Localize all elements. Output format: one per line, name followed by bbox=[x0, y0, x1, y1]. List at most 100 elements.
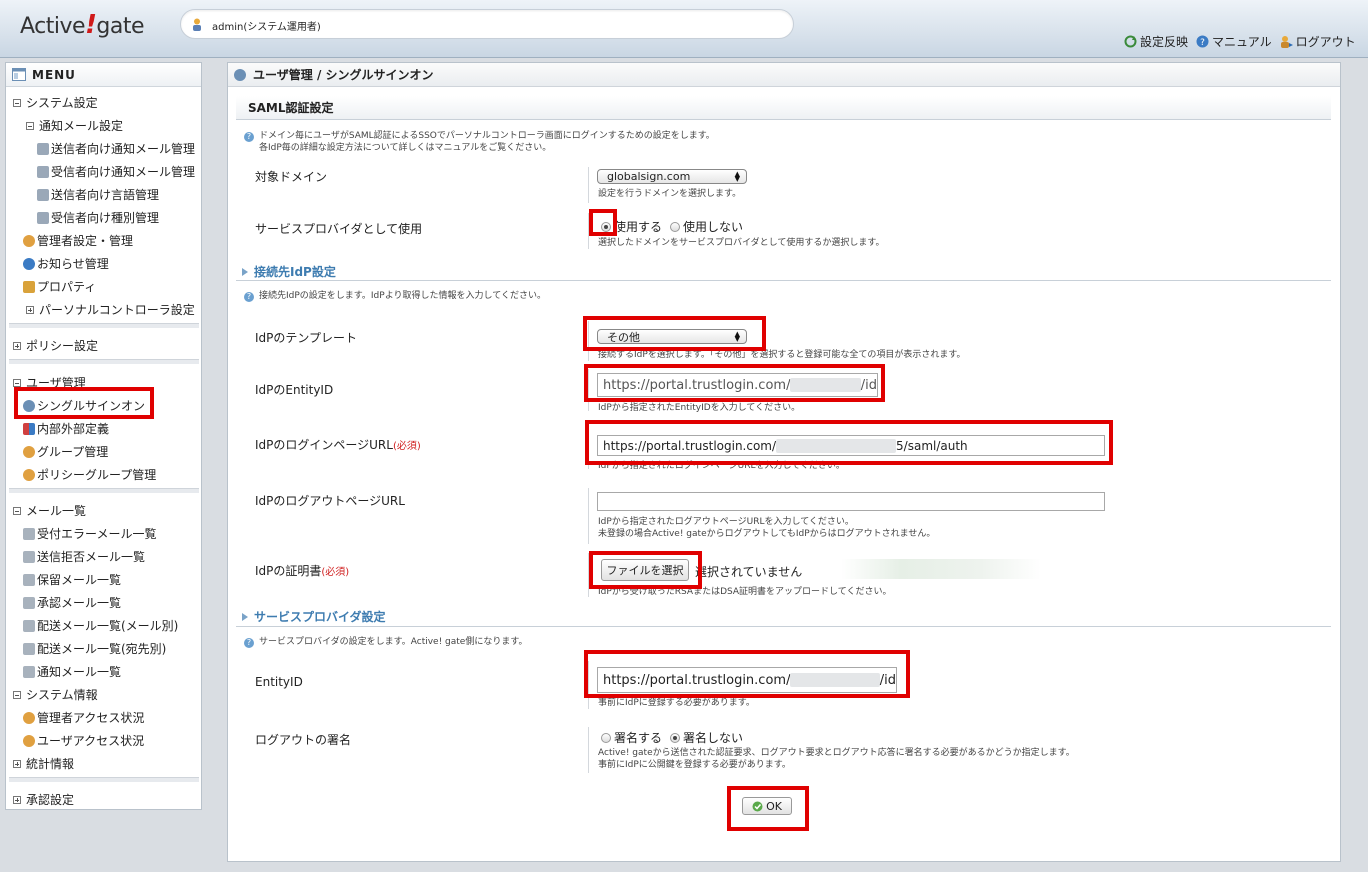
sidebar-item-stats[interactable]: 統計情報 bbox=[13, 755, 74, 772]
sidebar-item-policy-settings[interactable]: ポリシー設定 bbox=[13, 337, 98, 354]
collapse-icon[interactable] bbox=[13, 98, 21, 107]
field-divider bbox=[588, 661, 589, 709]
sidebar: MENU システム設定 通知メール設定 送信者向け通知メール管理 受信者向け通知… bbox=[5, 62, 202, 810]
sp-entityid-value: https://portal.trustlogin.com/ bbox=[603, 672, 791, 688]
sidebar-item-admin-access[interactable]: 管理者アクセス状況 bbox=[23, 709, 144, 726]
idp-logout-label: IdPのログアウトページURL bbox=[255, 494, 405, 508]
sidebar-item-mail-list[interactable]: メール一覧 bbox=[13, 502, 86, 519]
idp-template-selected-value: その他 bbox=[607, 330, 640, 344]
nav-label: 統計情報 bbox=[26, 757, 75, 771]
radio-selected-icon[interactable] bbox=[601, 221, 611, 232]
domain-label: 対象ドメイン bbox=[255, 170, 328, 184]
mail-template-icon bbox=[37, 142, 49, 155]
expand-icon[interactable] bbox=[13, 341, 21, 350]
sidebar-item-policy-group[interactable]: ポリシーグループ管理 bbox=[23, 466, 156, 483]
collapse-icon[interactable] bbox=[13, 506, 21, 515]
sign-no-radio[interactable]: 署名しない bbox=[670, 729, 743, 746]
policy-group-icon bbox=[23, 468, 35, 481]
saml-info-line2: 各IdP毎の詳細な設定方法について詳しくはマニュアルをご覧ください。 bbox=[259, 143, 552, 153]
expand-icon[interactable] bbox=[26, 305, 34, 314]
sidebar-item-property[interactable]: プロパティ bbox=[23, 278, 96, 295]
property-icon bbox=[23, 280, 35, 293]
sidebar-item-sender-lang[interactable]: 送信者向け言語管理 bbox=[37, 186, 159, 203]
mail-template-icon bbox=[37, 165, 49, 178]
idp-template-help: 接続するIdPを選択します。「その他」を選択すると登録可能な全ての項目が表示され… bbox=[598, 350, 966, 360]
idp-logout-help-line1: IdPから指定されたログアウトページURLを入力してください。 bbox=[598, 517, 854, 527]
sidebar-divider bbox=[9, 488, 199, 493]
nav-label: 承認メール一覧 bbox=[37, 596, 122, 610]
sidebar-item-delivery-mail[interactable]: 配送メール一覧(メール別) bbox=[23, 617, 178, 634]
nav-label: 内部外部定義 bbox=[37, 422, 110, 436]
sidebar-item-recipient-notify[interactable]: 受信者向け通知メール管理 bbox=[37, 163, 195, 180]
field-divider bbox=[588, 369, 589, 411]
idp-login-url-input[interactable]: https://portal.trustlogin.com/5/saml/aut… bbox=[597, 435, 1105, 456]
expand-icon[interactable] bbox=[13, 759, 21, 768]
nav-label: 通知メール設定 bbox=[39, 119, 124, 133]
sign-yes-radio[interactable]: 署名する bbox=[601, 729, 662, 746]
sidebar-item-inout-def[interactable]: 内部外部定義 bbox=[23, 420, 109, 437]
sidebar-item-send-reject[interactable]: 送信拒否メール一覧 bbox=[23, 548, 145, 565]
sign-yes-label: 署名する bbox=[614, 731, 663, 745]
help-icon: ? bbox=[1196, 35, 1209, 48]
sidebar-item-system-settings[interactable]: システム設定 bbox=[13, 94, 98, 111]
sidebar-item-user-access[interactable]: ユーザアクセス状況 bbox=[23, 732, 144, 749]
sidebar-item-notify-mail[interactable]: 通知メール一覧 bbox=[23, 663, 121, 680]
globe-icon bbox=[234, 68, 246, 81]
logo-text: Active bbox=[20, 14, 86, 39]
idp-entityid-input[interactable]: https://portal.trustlogin.com/ /id bbox=[597, 373, 878, 397]
sp-entityid-help: 事前にIdPに登録する必要があります。 bbox=[598, 698, 755, 708]
mail-reject-icon bbox=[23, 550, 35, 563]
header-toolbar: 設定反映 ? マニュアル ログアウト bbox=[1124, 30, 1356, 52]
sidebar-item-system-info[interactable]: システム情報 bbox=[13, 686, 98, 703]
required-mark: (必須) bbox=[321, 567, 350, 578]
sidebar-divider bbox=[9, 777, 199, 782]
sp-entityid-input[interactable]: https://portal.trustlogin.com/ /id bbox=[597, 667, 897, 693]
sidebar-item-admin-settings[interactable]: 管理者設定・管理 bbox=[23, 232, 133, 249]
domain-select[interactable]: globalsign.com ▲ ▼ bbox=[597, 169, 747, 184]
active-gate-logo[interactable]: Active!gate bbox=[20, 10, 145, 40]
sidebar-item-hold-mail[interactable]: 保留メール一覧 bbox=[23, 571, 121, 588]
sidebar-item-approval-settings[interactable]: 承認設定 bbox=[13, 791, 74, 808]
idp-logout-url-input[interactable] bbox=[597, 492, 1105, 511]
sidebar-item-recv-error[interactable]: 受付エラーメール一覧 bbox=[23, 525, 157, 542]
collapse-icon[interactable] bbox=[26, 121, 34, 130]
sidebar-item-personal-ctrl[interactable]: パーソナルコントローラ設定 bbox=[26, 301, 195, 318]
nav-label: ユーザアクセス状況 bbox=[37, 734, 145, 748]
ok-button[interactable]: OK bbox=[742, 797, 792, 815]
apply-settings-button[interactable]: 設定反映 bbox=[1124, 33, 1188, 50]
idp-info-text: 接続先IdPの設定をします。IdPより取得した情報を入力してください。 bbox=[259, 291, 546, 301]
help-icon: ? bbox=[244, 292, 254, 302]
nav-label: 受付エラーメール一覧 bbox=[37, 527, 157, 541]
section-divider bbox=[236, 280, 1331, 281]
domain-selected-value: globalsign.com bbox=[607, 170, 691, 183]
collapse-icon[interactable] bbox=[13, 378, 21, 387]
sidebar-item-notice[interactable]: お知らせ管理 bbox=[23, 255, 109, 272]
sidebar-item-notify-mail-settings[interactable]: 通知メール設定 bbox=[26, 117, 123, 134]
sidebar-item-sso[interactable]: シングルサインオン bbox=[23, 397, 145, 414]
sidebar-item-recipient-type[interactable]: 受信者向け種別管理 bbox=[37, 209, 159, 226]
sp-use-no-radio[interactable]: 使用しない bbox=[670, 218, 743, 235]
sidebar-item-sender-notify[interactable]: 送信者向け通知メール管理 bbox=[37, 140, 195, 157]
radio-selected-icon[interactable] bbox=[670, 732, 680, 743]
sidebar-item-group-mgmt[interactable]: グループ管理 bbox=[23, 443, 108, 460]
logout-button[interactable]: ログアウト bbox=[1280, 33, 1356, 50]
info-icon bbox=[23, 257, 35, 270]
sidebar-item-approve-mail[interactable]: 承認メール一覧 bbox=[23, 594, 121, 611]
sp-info-text: サービスプロバイダの設定をします。Active! gate側になります。 bbox=[259, 637, 528, 647]
domain-help: 設定を行うドメインを選択します。 bbox=[598, 189, 742, 199]
radio-icon[interactable] bbox=[670, 221, 680, 232]
idp-template-select[interactable]: その他 ▲ ▼ bbox=[597, 329, 747, 344]
collapse-icon[interactable] bbox=[13, 690, 21, 699]
sidebar-item-user-mgmt[interactable]: ユーザ管理 bbox=[13, 374, 86, 391]
nav-label: 承認設定 bbox=[26, 793, 75, 807]
current-user-label: admin(システム運用者) bbox=[212, 22, 321, 33]
radio-icon[interactable] bbox=[601, 732, 611, 743]
logout-sign-help-line1: Active! gateから送信された認証要求、ログアウト要求とログアウト応答に… bbox=[598, 748, 1075, 758]
expand-icon[interactable] bbox=[13, 795, 21, 804]
choose-file-button[interactable]: ファイルを選択 bbox=[601, 559, 689, 581]
sidebar-item-delivery-dest[interactable]: 配送メール一覧(宛先別) bbox=[23, 640, 166, 657]
manual-button[interactable]: ? マニュアル bbox=[1196, 33, 1272, 50]
sp-use-yes-radio[interactable]: 使用する bbox=[601, 218, 662, 235]
idp-login-label-text: IdPのログインページURL bbox=[255, 438, 393, 452]
sp-use-no-label: 使用しない bbox=[683, 220, 744, 234]
